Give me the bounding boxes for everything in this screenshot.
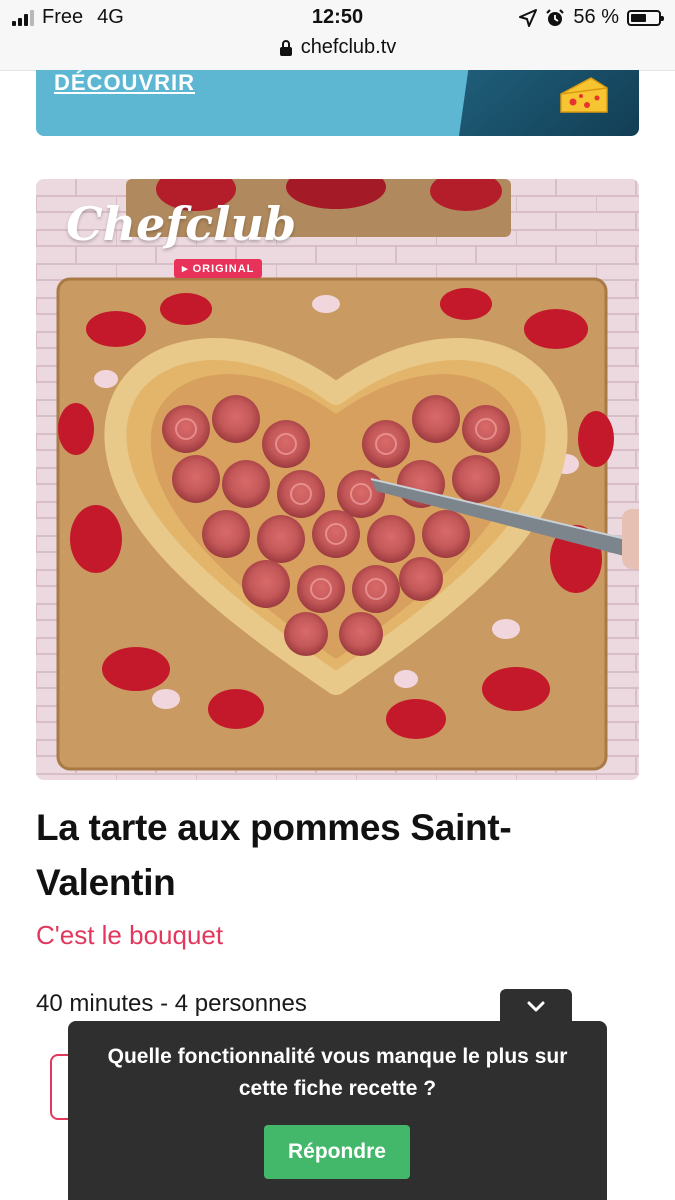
recipe-photo[interactable]: Chefclub ▸ ORIGINAL bbox=[36, 179, 639, 780]
location-arrow-icon bbox=[519, 8, 538, 27]
discover-link[interactable]: DÉCOUVRIR bbox=[54, 70, 195, 96]
alarm-clock-icon bbox=[546, 8, 565, 26]
reply-button[interactable]: Répondre bbox=[264, 1125, 410, 1179]
cookbook-image bbox=[459, 70, 639, 136]
chefclub-logo: Chefclub ▸ ORIGINAL bbox=[66, 197, 297, 278]
url-text: chefclub.tv bbox=[300, 36, 397, 58]
cheese-icon bbox=[560, 77, 608, 113]
recipe-subtitle: C'est le bouquet bbox=[36, 920, 224, 950]
chevron-down-icon bbox=[527, 1001, 545, 1012]
collapse-survey-button[interactable] bbox=[500, 989, 572, 1025]
recipe-title: La tarte aux pommes Saint-Valentin bbox=[36, 807, 512, 903]
survey-question: Quelle fonctionnalité vous manque le plu… bbox=[107, 1045, 568, 1100]
battery-percent: 56 % bbox=[573, 6, 619, 28]
battery-icon bbox=[627, 9, 664, 26]
browser-status-bar: Free 4G 12:50 chefclub.tv 56 % bbox=[0, 0, 675, 71]
address-bar[interactable]: chefclub.tv bbox=[0, 36, 675, 59]
survey-popup: Quelle fonctionnalité vous manque le plu… bbox=[68, 1021, 607, 1200]
recipe-meta: 40 minutes - 4 personnes bbox=[36, 990, 307, 1017]
lock-icon bbox=[279, 39, 292, 56]
logo-text: Chefclub bbox=[66, 197, 297, 251]
promo-banner[interactable]: DÉCOUVRIR bbox=[36, 70, 639, 136]
original-badge: ▸ ORIGINAL bbox=[174, 259, 263, 278]
status-icons: 56 % bbox=[519, 6, 664, 29]
tart-illustration bbox=[36, 179, 639, 780]
